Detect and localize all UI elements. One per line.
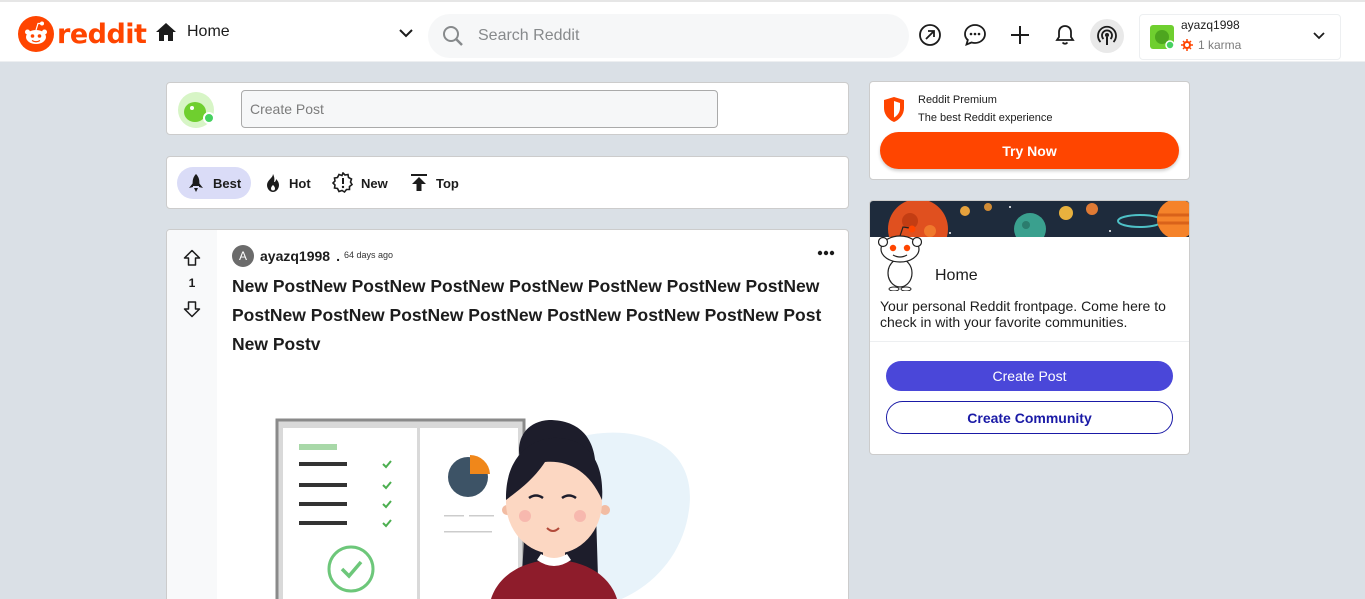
karma-flower-icon	[1181, 39, 1193, 51]
home-feed-selector[interactable]: Home	[155, 22, 230, 42]
top-header: reddit Home Search Reddit ayazq1998 1 ka…	[0, 0, 1365, 62]
sort-label: Hot	[289, 175, 311, 191]
shield-icon	[884, 97, 904, 122]
divider	[870, 341, 1189, 342]
plus-icon	[1011, 26, 1029, 44]
reddit-logo[interactable]: reddit	[18, 16, 147, 52]
karma-count: 1 karma	[1181, 38, 1241, 52]
search-bar[interactable]	[428, 14, 909, 58]
logo-wordmark: reddit	[57, 18, 147, 50]
flame-icon	[267, 174, 279, 192]
meta-separator: .	[336, 248, 340, 264]
top-arrow-icon	[411, 174, 427, 191]
post-timestamp: 64 days ago	[343, 250, 393, 260]
sort-top-button[interactable]: Top	[400, 167, 469, 199]
snoo-logo-icon	[18, 16, 54, 52]
sort-bar: Best Hot New Top	[166, 156, 849, 209]
downvote-arrow-icon[interactable]	[183, 300, 201, 318]
premium-subtitle: The best Reddit experience	[918, 112, 1053, 124]
create-post-card	[166, 82, 849, 135]
chevron-down-icon[interactable]	[398, 28, 414, 38]
sort-hot-button[interactable]: Hot	[255, 167, 321, 199]
vote-column: 1	[167, 230, 217, 599]
premium-title: Reddit Premium	[918, 94, 997, 106]
popular-button[interactable]	[917, 22, 943, 48]
vote-count: 1	[188, 276, 196, 290]
search-input[interactable]	[478, 27, 878, 45]
create-button[interactable]	[1007, 22, 1033, 48]
home-card-description: Your personal Reddit frontpage. Come her…	[880, 298, 1166, 330]
post-card[interactable]: 1 A ayazq1998 . 64 days ago New PostNew …	[166, 229, 849, 599]
podcast-icon	[1097, 25, 1117, 45]
home-card: Home Your personal Reddit frontpage. Com…	[869, 200, 1190, 455]
sort-label: Top	[436, 175, 459, 191]
author-avatar[interactable]: A	[232, 245, 254, 267]
user-avatar[interactable]	[178, 92, 214, 128]
bell-icon	[1055, 25, 1075, 45]
sort-label: New	[361, 175, 388, 191]
sort-best-button[interactable]: Best	[177, 167, 252, 199]
home-card-title: Home	[935, 267, 978, 284]
sort-label: Best	[213, 175, 242, 191]
upvote-arrow-icon[interactable]	[183, 249, 201, 267]
home-icon	[156, 23, 176, 41]
post-title[interactable]: New PostNew PostNew PostNew PostNew Post…	[232, 272, 832, 359]
post-meta: A ayazq1998 . 64 days ago	[232, 245, 393, 267]
create-community-button[interactable]: Create Community	[886, 401, 1173, 434]
popular-arrow-icon	[919, 24, 941, 46]
post-illustration[interactable]	[249, 400, 699, 599]
rocket-icon	[189, 174, 203, 192]
podcast-button[interactable]	[1090, 19, 1124, 53]
chat-icon	[964, 24, 986, 47]
sort-new-button[interactable]: New	[323, 167, 398, 199]
post-author[interactable]: ayazq1998	[260, 248, 330, 264]
chevron-down-icon	[1313, 32, 1325, 40]
notifications-button[interactable]	[1052, 22, 1078, 48]
username: ayazq1998	[1181, 18, 1240, 32]
premium-card: Reddit Premium The best Reddit experienc…	[869, 81, 1190, 180]
new-badge-icon	[332, 172, 354, 194]
more-options-icon[interactable]	[817, 250, 835, 256]
user-avatar	[1150, 25, 1174, 49]
user-menu[interactable]: ayazq1998 1 karma	[1139, 14, 1341, 60]
try-now-button[interactable]: Try Now	[880, 132, 1179, 169]
create-post-input[interactable]	[241, 90, 718, 128]
chat-button[interactable]	[962, 22, 988, 48]
karma-label: 1 karma	[1198, 38, 1242, 52]
home-feed-label: Home	[187, 23, 230, 40]
snoo-mascot-icon	[878, 225, 922, 291]
create-post-button[interactable]: Create Post	[886, 361, 1173, 391]
search-icon	[443, 26, 463, 46]
